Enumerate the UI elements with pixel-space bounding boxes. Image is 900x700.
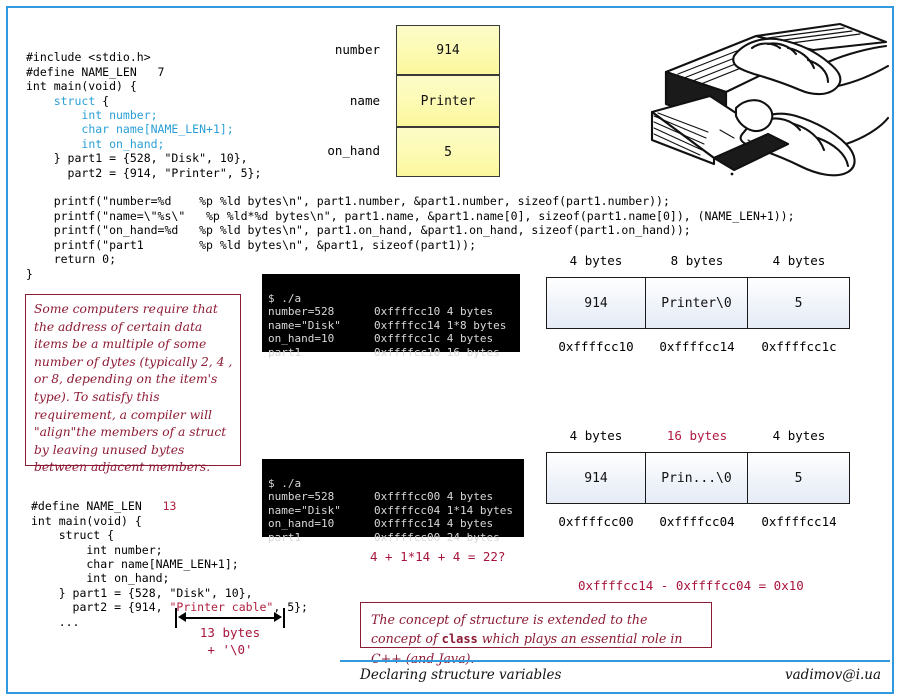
code-line: int number; [26, 108, 158, 123]
struct-value-name: Printer [396, 75, 500, 127]
measure-line [181, 617, 279, 619]
code-line: #define NAME_LEN 13 [31, 499, 177, 514]
code-line: struct { [31, 528, 115, 543]
struct-value-on-hand: 5 [396, 127, 500, 177]
code-line: char name[NAME_LEN+1]; [31, 557, 239, 572]
code-line: printf("name=\"%s\" %p %ld*%d bytes\n", … [26, 208, 795, 223]
memory-1-cell-name: Printer\0 [646, 277, 748, 329]
memory-2-size-2: 4 bytes [772, 428, 826, 443]
code-line: int main(void) { [26, 79, 137, 94]
terminal-line: name="Disk" 0xffffcc14 1*8 bytes [268, 318, 507, 332]
code-line: int number; [31, 542, 163, 557]
class-concept-box: The concept of structure is extended to … [360, 602, 712, 666]
code-line: #include <stdio.h> [26, 50, 151, 65]
code-line: int main(void) { [31, 513, 142, 528]
memory-2-addr-0: 0xffffcc00 [558, 514, 634, 529]
code-line: struct { [53, 93, 110, 108]
memory-2-addr-2: 0xffffcc14 [761, 514, 837, 529]
keyword-struct: struct [53, 93, 96, 108]
code-line: } part1 = {528, "Disk", 10}, [31, 585, 253, 600]
struct-label-on-hand: on_hand [327, 143, 380, 158]
memory-2-cell-on-hand: 5 [748, 452, 850, 504]
code-line: } part1 = {528, "Disk", 10}, [26, 151, 248, 166]
struct-label-name: name [349, 93, 380, 108]
terminal-output-1: $ ./a number=528 0xffffcc10 4 bytes name… [262, 274, 520, 359]
keyword-int: int on_hand; [81, 136, 165, 151]
memory-1-size-0: 4 bytes [569, 253, 623, 268]
terminal-line: part1 0xffffcc10 16 bytes [268, 345, 500, 359]
code-line: int on_hand; [31, 571, 170, 586]
memory-2-addr-1: 0xffffcc04 [659, 514, 735, 529]
alignment-note-box: Some computers require that the address … [25, 294, 241, 474]
calc-sum-annotation: 4 + 1*14 + 4 = 22? [370, 549, 506, 564]
class-keyword: class [441, 632, 478, 646]
memory-2-size-0: 4 bytes [569, 428, 623, 443]
bytes-label: 13 bytes [199, 625, 261, 640]
memory-2-cells: 914 Prin...\0 5 [546, 452, 850, 504]
memory-1-addr-2: 0xffffcc1c [761, 339, 837, 354]
code-line: printf("number=%d %p %ld bytes\n", part1… [26, 194, 670, 209]
code-line: return 0; [26, 252, 117, 267]
memory-2-address-row: 0xffffcc00 0xffffcc04 0xffffcc14 [546, 514, 850, 529]
footer-title: Declaring structure variables [360, 667, 562, 683]
terminal-line: number=528 0xffffcc10 4 bytes [268, 305, 494, 319]
memory-1-addr-1: 0xffffcc14 [659, 339, 735, 354]
code-line: printf("on_hand=%d %p %ld bytes\n", part… [26, 223, 691, 238]
terminal-line: on_hand=10 0xffffcc1c 4 bytes [268, 332, 494, 346]
memory-2-cell-name: Prin...\0 [646, 452, 748, 504]
code-line: part2 = {914, "Printer", 5}; [26, 165, 262, 180]
footer-author: vadimov@i.ua [785, 667, 882, 683]
memory-1-addr-0: 0xffffcc10 [558, 339, 634, 354]
bytes-sub-label: + '\0' [207, 642, 253, 657]
memory-2-cell-number: 914 [546, 452, 646, 504]
arrow-left-icon [178, 612, 186, 622]
hands-holding-books-illustration [648, 12, 894, 184]
memory-1-address-row: 0xffffcc10 0xffffcc14 0xffffcc1c [546, 339, 850, 354]
name-len-value: 13 [162, 499, 177, 514]
struct-value-number: 914 [396, 25, 500, 75]
memory-layout-2: 4 bytes 16 bytes 4 bytes 914 Prin...\0 5… [546, 428, 850, 529]
slide-canvas: #include <stdio.h> #define NAME_LEN 7 in… [0, 0, 900, 700]
memory-1-size-2: 4 bytes [772, 253, 826, 268]
memory-1-size-1: 8 bytes [670, 253, 724, 268]
memory-layout-1: 4 bytes 8 bytes 4 bytes 914 Printer\0 5 … [546, 253, 850, 354]
code-line: } [26, 266, 33, 281]
memory-1-cell-number: 914 [546, 277, 646, 329]
code-line: #define NAME_LEN 7 [26, 64, 165, 79]
struct-label-number: number [334, 42, 380, 57]
code-line: int on_hand; [26, 137, 164, 151]
memory-1-cell-on-hand: 5 [748, 277, 850, 329]
code-line: ... [31, 614, 80, 629]
code-line: printf("part1 %p %ld bytes\n", &part1, s… [26, 237, 477, 252]
keyword-int: int number; [81, 108, 158, 123]
address-diff-annotation: 0xffffcc14 - 0xffffcc04 = 0x10 [578, 578, 804, 593]
memory-2-size-1: 16 bytes [666, 428, 728, 443]
memory-1-size-row: 4 bytes 8 bytes 4 bytes [546, 253, 850, 268]
keyword-char: char name[NAME_LEN+1]; [81, 122, 234, 137]
arrow-right-icon [274, 612, 282, 622]
terminal-line: $ ./a [268, 291, 302, 305]
footer-divider [340, 660, 890, 662]
memory-1-cells: 914 Printer\0 5 [546, 277, 850, 329]
memory-2-size-row: 4 bytes 16 bytes 4 bytes [546, 428, 850, 443]
code-line: char name[NAME_LEN+1]; [26, 122, 234, 137]
